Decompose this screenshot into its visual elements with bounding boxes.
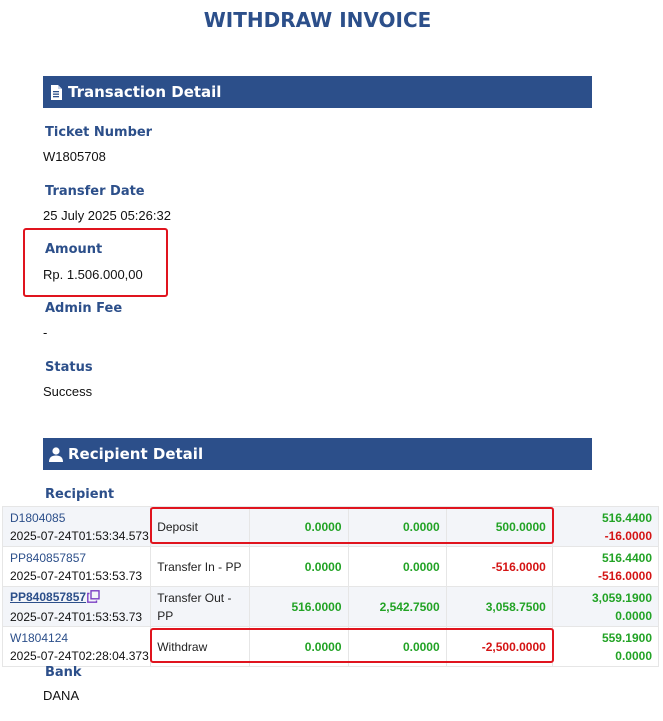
page-title: WITHDRAW INVOICE [203,8,432,32]
transaction-detail-title: Transaction Detail [68,83,222,101]
transactions-table: D1804085 2025-07-24T01:53:34.573 Deposit… [1,506,660,667]
amount-value: Rp. 1.506.000,00 [43,267,143,282]
ticket-number-value: W1805708 [43,149,106,164]
amount-col2: 0.0000 [347,546,447,587]
admin-fee-value: - [43,325,48,340]
transaction-id-link[interactable]: PP840857857 [10,590,86,604]
admin-fee-label: Admin Fee [45,301,123,316]
transaction-type: Deposit [150,506,251,547]
amount-col2: 0.0000 [347,626,447,667]
balance-secondary: 0.0000 [615,648,652,663]
transfer-date-label: Transfer Date [45,184,145,199]
amount-col1: 0.0000 [249,506,349,547]
balance-primary: 516.4400 [601,550,652,565]
balance-primary: 559.1900 [601,630,652,645]
transaction-id: D1804085 [10,510,66,525]
transfer-date-value: 25 July 2025 05:26:32 [43,208,171,223]
transaction-id: W1804124 [10,630,69,645]
recipient-detail-header: Recipient Detail [43,438,592,470]
table-row: W1804124 2025-07-24T02:28:04.373 Withdra… [1,626,660,667]
transaction-time: 2025-07-24T01:53:34.573 [10,528,149,543]
amount-col3: 500.0000 [445,506,553,547]
transaction-type: Transfer Out - PP [150,586,251,627]
transaction-detail-header: Transaction Detail [43,76,592,108]
transaction-type: Transfer In - PP [150,546,251,587]
transaction-time: 2025-07-24T01:53:53.73 [10,568,143,583]
table-row: PP840857857 2025-07-24T01:53:53.73 Trans… [1,586,660,627]
amount-col2: 0.0000 [347,506,447,547]
balance-secondary: -516.0000 [597,568,652,583]
amount-col3: -516.0000 [445,546,553,587]
recipient-label: Recipient [45,487,115,502]
balance-primary: 516.4400 [601,510,652,525]
balance-secondary: 0.0000 [615,608,652,623]
amount-highlight [23,228,168,297]
amount-col3: 3,058.7500 [445,586,553,627]
table-row: D1804085 2025-07-24T01:53:34.573 Deposit… [1,506,660,547]
document-icon [47,83,65,101]
recipient-detail-title: Recipient Detail [68,445,204,463]
balance-secondary: -16.0000 [604,528,652,543]
amount-col1: 0.0000 [249,546,349,587]
bank-value: DANA [43,688,80,703]
transaction-type: Withdraw [150,626,251,667]
transaction-time: 2025-07-24T01:53:53.73 [10,609,143,624]
amount-col3: -2,500.0000 [445,626,553,667]
transaction-id: PP840857857 [10,550,87,565]
status-value: Success [43,384,93,399]
transaction-time: 2025-07-24T02:28:04.373 [10,648,149,663]
balance-primary: 3,059.1900 [591,590,652,605]
bank-label: Bank [45,665,82,680]
ticket-number-label: Ticket Number [45,125,153,140]
amount-label: Amount [45,242,103,257]
user-icon [47,445,65,463]
status-label: Status [45,360,93,375]
copy-icon[interactable] [87,589,100,608]
table-row: PP840857857 2025-07-24T01:53:53.73 Trans… [1,546,660,587]
amount-col1: 0.0000 [249,626,349,667]
amount-col2: 2,542.7500 [347,586,447,627]
amount-col1: 516.0000 [249,586,349,627]
